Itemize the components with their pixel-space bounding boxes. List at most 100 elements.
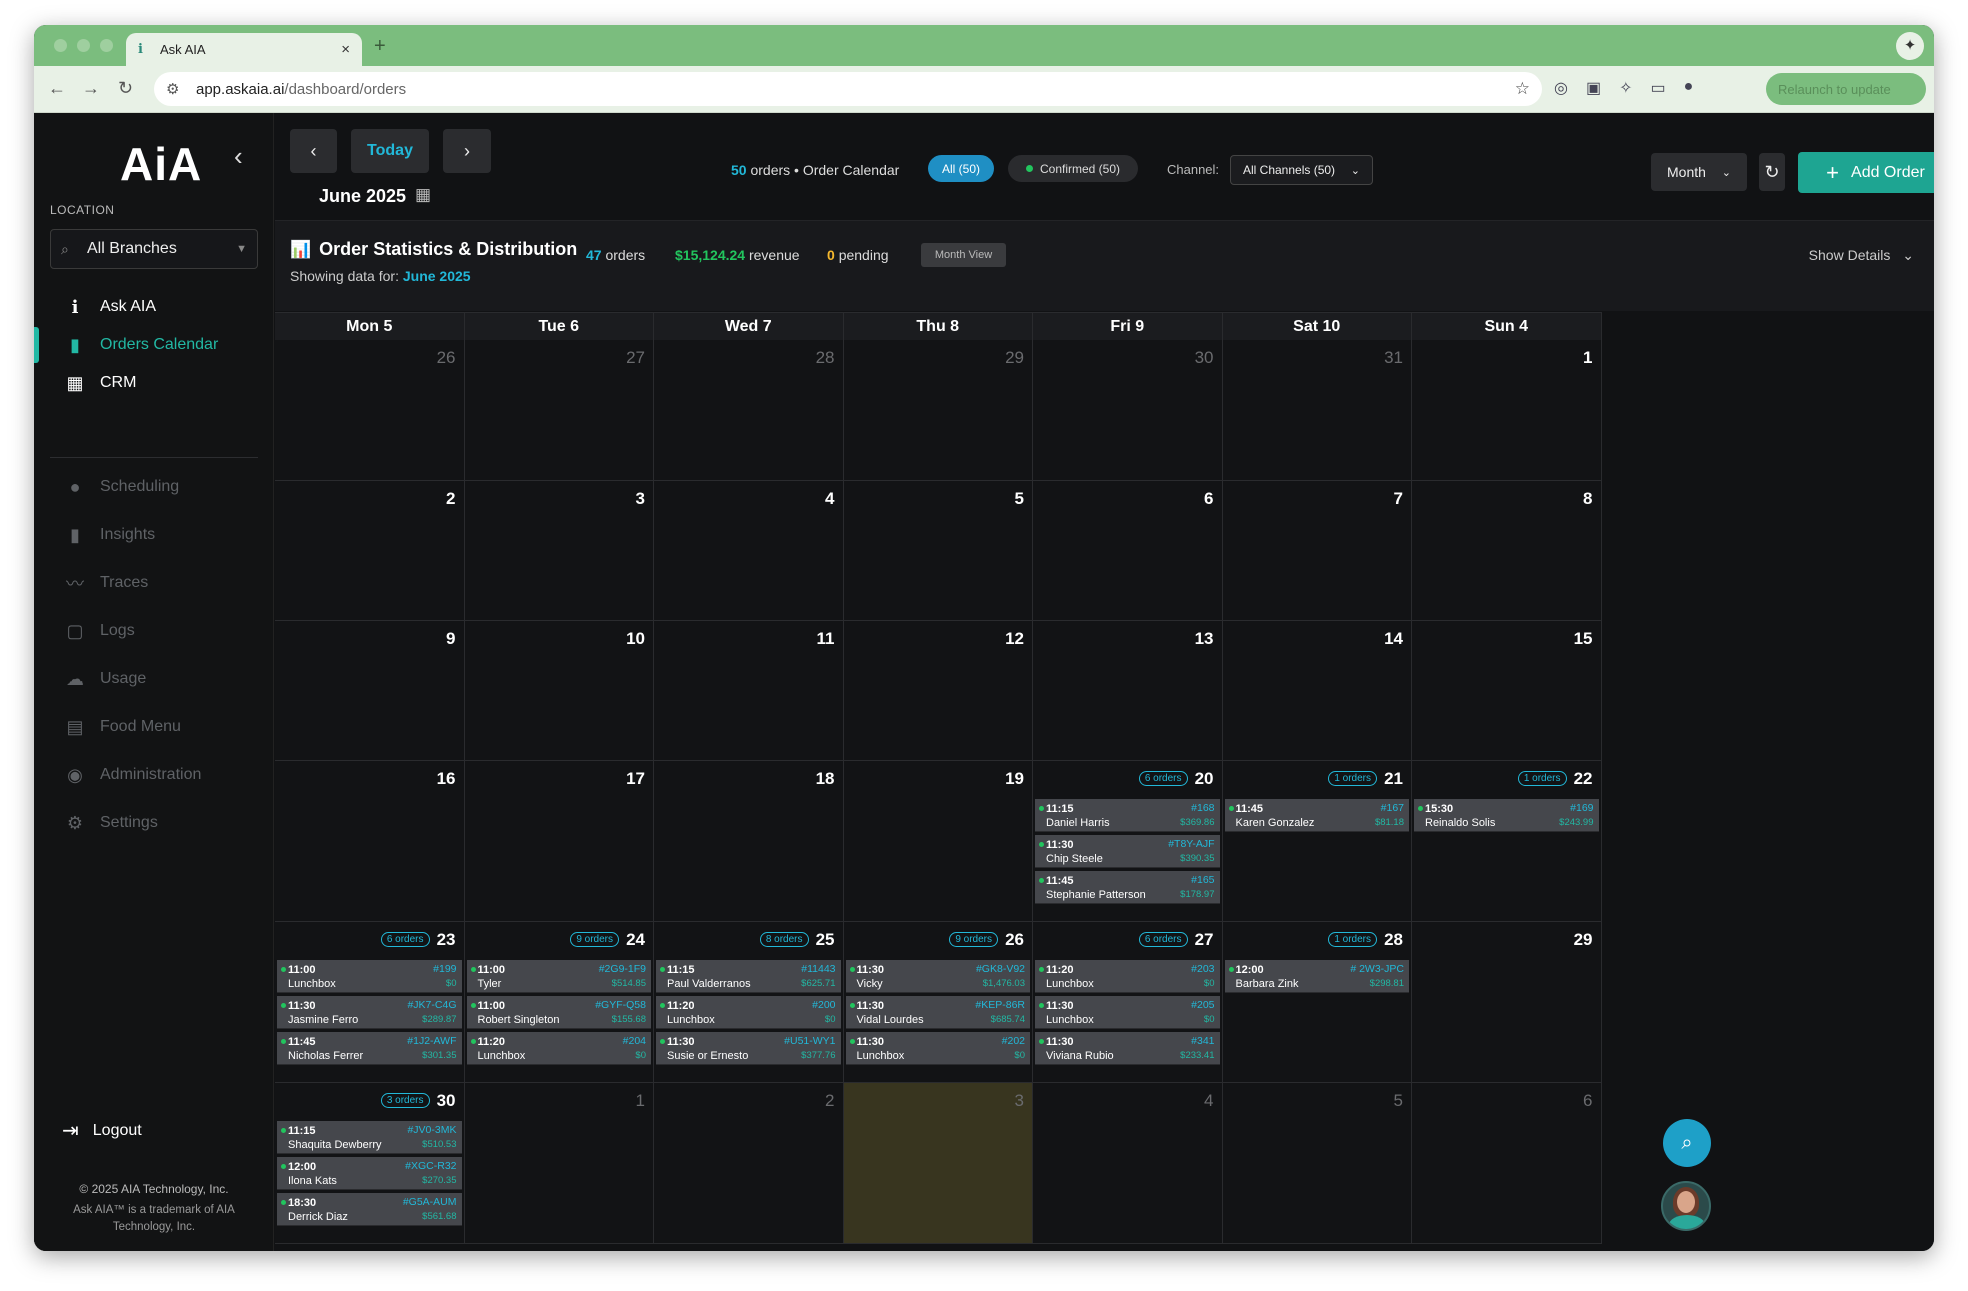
order-card[interactable]: 11:20 Lunchbox #204 $0 — [466, 1032, 651, 1065]
calendar-day-cell[interactable]: 2 — [654, 1083, 844, 1244]
calendar-day-cell[interactable]: 16 — [275, 761, 465, 922]
calendar-day-cell[interactable]: 21 1 orders 11:45 Karen Gonzalez #167 $81.18 — [1222, 761, 1412, 922]
order-card[interactable]: 11:30 Viviana Rubio #341 $233.41 — [1035, 1032, 1220, 1065]
order-count-badge[interactable]: 1 orders — [1517, 771, 1567, 786]
logout-button[interactable]: ⇥ Logout — [62, 1118, 142, 1143]
address-bar[interactable]: ⚙ app.askaia.ai/dashboard/orders ☆ — [154, 72, 1542, 106]
calendar-day-cell[interactable]: 27 — [464, 340, 654, 481]
order-count-badge[interactable]: 9 orders — [570, 932, 619, 947]
calendar-day-cell[interactable]: 30 3 orders 11:15 Shaquita Dewberry #JV0-3MK… — [275, 1083, 465, 1244]
calendar-day-cell[interactable]: 26 — [275, 340, 465, 481]
order-card[interactable]: 11:30 Lunchbox #202 $0 — [845, 1032, 1030, 1065]
calendar-day-cell[interactable]: 28 — [654, 340, 844, 481]
order-card[interactable]: 12:00 Ilona Kats #XGC-R32 $270.35 — [277, 1157, 462, 1190]
next-month-button[interactable]: › — [443, 129, 491, 173]
order-card[interactable]: 11:45 Stephanie Patterson #165 $178.97 — [1035, 871, 1220, 904]
prev-month-button[interactable]: ‹ — [290, 129, 337, 173]
profile-icon[interactable]: ● — [1684, 78, 1694, 98]
calendar-day-cell[interactable]: 14 — [1222, 621, 1412, 761]
branch-select[interactable]: ⌕ All Branches ▼ — [50, 229, 258, 269]
calendar-day-cell[interactable]: 20 6 orders 11:15 Daniel Harris #168 $369.86 1… — [1033, 761, 1223, 922]
calendar-day-cell[interactable]: 30 — [1033, 340, 1223, 481]
extension-icon[interactable]: ▣ — [1586, 78, 1601, 98]
sidebar-item-usage[interactable]: ☁ Usage — [34, 657, 274, 701]
sidebar-item-traces[interactable]: 〰 Traces — [34, 561, 274, 605]
forward-icon[interactable]: → — [82, 78, 100, 99]
calendar-day-cell[interactable]: 18 — [654, 761, 844, 922]
search-fab-button[interactable]: ⌕ — [1663, 1119, 1711, 1167]
bookmark-star-icon[interactable]: ☆ — [1515, 79, 1530, 99]
order-count-badge[interactable]: 6 orders — [1138, 771, 1188, 786]
calendar-day-cell[interactable]: 23 6 orders 11:00 Lunchbox #199 $0 11:30 Jasmin… — [275, 922, 465, 1083]
calendar-day-cell[interactable]: 3 — [843, 1083, 1033, 1244]
calendar-day-cell[interactable]: 1 — [464, 1083, 654, 1244]
calendar-day-cell[interactable]: 9 — [275, 621, 465, 761]
order-card[interactable]: 11:30 Chip Steele #T8Y-AJF $390.35 — [1035, 835, 1220, 868]
sidebar-item-settings[interactable]: ⚙ Settings — [34, 801, 274, 845]
order-card[interactable]: 11:20 Lunchbox #203 $0 — [1035, 960, 1220, 993]
maximize-window-button[interactable] — [100, 39, 113, 52]
calendar-day-cell[interactable]: 7 — [1222, 481, 1412, 621]
order-card[interactable]: 18:30 Derrick Diaz #G5A-AUM $561.68 — [277, 1193, 462, 1226]
calendar-day-cell[interactable]: 12 — [843, 621, 1033, 761]
view-select[interactable]: Month ⌄ — [1651, 153, 1747, 191]
calendar-day-cell[interactable]: 17 — [464, 761, 654, 922]
order-card[interactable]: 11:30 Vidal Lourdes #KEP-86R $685.74 — [845, 996, 1030, 1029]
sparkle-icon[interactable]: ✦ — [1896, 32, 1924, 60]
order-count-badge[interactable]: 8 orders — [759, 932, 809, 947]
back-icon[interactable]: ← — [48, 78, 66, 99]
order-card[interactable]: 11:45 Nicholas Ferrer #1J2-AWF $301.35 — [277, 1032, 462, 1065]
extension-icon[interactable]: ◎ — [1554, 78, 1568, 98]
relaunch-button[interactable]: Relaunch to update — [1766, 73, 1926, 105]
calendar-day-cell[interactable]: 27 6 orders 11:20 Lunchbox #203 $0 11:30 Lunchb… — [1033, 922, 1223, 1083]
order-count-badge[interactable]: 9 orders — [949, 932, 998, 947]
site-info-icon[interactable]: ⚙ — [166, 80, 186, 98]
order-count-badge[interactable]: 3 orders — [380, 1093, 430, 1108]
calendar-day-cell[interactable]: 29 — [843, 340, 1033, 481]
calendar-day-cell[interactable]: 13 — [1033, 621, 1223, 761]
order-count-badge[interactable]: 1 orders — [1328, 932, 1377, 947]
puzzle-icon[interactable]: ✧ — [1619, 78, 1632, 98]
order-card[interactable]: 11:15 Daniel Harris #168 $369.86 — [1035, 799, 1220, 832]
calendar-day-cell[interactable]: 19 — [843, 761, 1033, 922]
calendar-day-cell[interactable]: 11 — [654, 621, 844, 761]
order-card[interactable]: 11:00 Robert Singleton #GYF-Q58 $155.68 — [466, 996, 651, 1029]
calendar-day-cell[interactable]: 31 — [1222, 340, 1412, 481]
cast-icon[interactable]: ▭ — [1651, 78, 1666, 98]
sidebar-item-scheduling[interactable]: ● Scheduling — [34, 465, 274, 509]
calendar-day-cell[interactable]: 22 1 orders 15:30 Reinaldo Solis #169 $243.99 — [1412, 761, 1602, 922]
calendar-day-cell[interactable]: 24 9 orders 11:00 Tyler #2G9-1F9 $514.85 11:00… — [464, 922, 654, 1083]
add-order-button[interactable]: + Add Order — [1798, 152, 1934, 193]
calendar-day-cell[interactable]: 28 1 orders 12:00 Barbara Zink # 2W3-JPC $298… — [1222, 922, 1412, 1083]
minimize-window-button[interactable] — [77, 39, 90, 52]
channel-select[interactable]: All Channels (50) ⌄ — [1230, 155, 1373, 185]
calendar-day-cell[interactable]: 15 — [1412, 621, 1602, 761]
calendar-day-cell[interactable]: 4 — [654, 481, 844, 621]
new-tab-icon[interactable]: + — [374, 35, 386, 58]
order-card[interactable]: 11:15 Shaquita Dewberry #JV0-3MK $510.53 — [277, 1121, 462, 1154]
calendar-day-cell[interactable]: 5 — [1222, 1083, 1412, 1244]
calendar-day-cell[interactable]: 5 — [843, 481, 1033, 621]
calendar-day-cell[interactable]: 1 — [1412, 340, 1602, 481]
calendar-day-cell[interactable]: 10 — [464, 621, 654, 761]
sidebar-item-administration[interactable]: ◉ Administration — [34, 753, 274, 797]
order-card[interactable]: 15:30 Reinaldo Solis #169 $243.99 — [1414, 799, 1599, 832]
calendar-day-cell[interactable]: 25 8 orders 11:15 Paul Valderranos #11443 $62… — [654, 922, 844, 1083]
order-count-badge[interactable]: 6 orders — [380, 932, 430, 947]
calendar-day-cell[interactable]: 2 — [275, 481, 465, 621]
order-card[interactable]: 11:00 Lunchbox #199 $0 — [277, 960, 462, 993]
order-card[interactable]: 11:30 Vicky #GK8-V92 $1,476.03 — [845, 960, 1030, 993]
calendar-day-cell[interactable]: 6 — [1033, 481, 1223, 621]
close-window-button[interactable] — [54, 39, 67, 52]
today-button[interactable]: Today — [351, 129, 429, 173]
order-card[interactable]: 11:30 Jasmine Ferro #JK7-C4G $289.87 — [277, 996, 462, 1029]
calendar-day-cell[interactable]: 4 — [1033, 1083, 1223, 1244]
order-card[interactable]: 11:30 Susie or Ernesto #U51-WY1 $377.76 — [656, 1032, 841, 1065]
sidebar-item-food-menu[interactable]: ▤ Food Menu — [34, 705, 274, 749]
assistant-avatar[interactable] — [1661, 1181, 1711, 1231]
order-card[interactable]: 12:00 Barbara Zink # 2W3-JPC $298.81 — [1224, 960, 1409, 993]
show-details-button[interactable]: Show Details ⌄ — [1809, 247, 1914, 264]
reload-icon[interactable]: ↻ — [118, 78, 133, 99]
filter-confirmed-button[interactable]: Confirmed (50) — [1008, 155, 1138, 182]
tab-close-icon[interactable]: × — [341, 41, 350, 58]
